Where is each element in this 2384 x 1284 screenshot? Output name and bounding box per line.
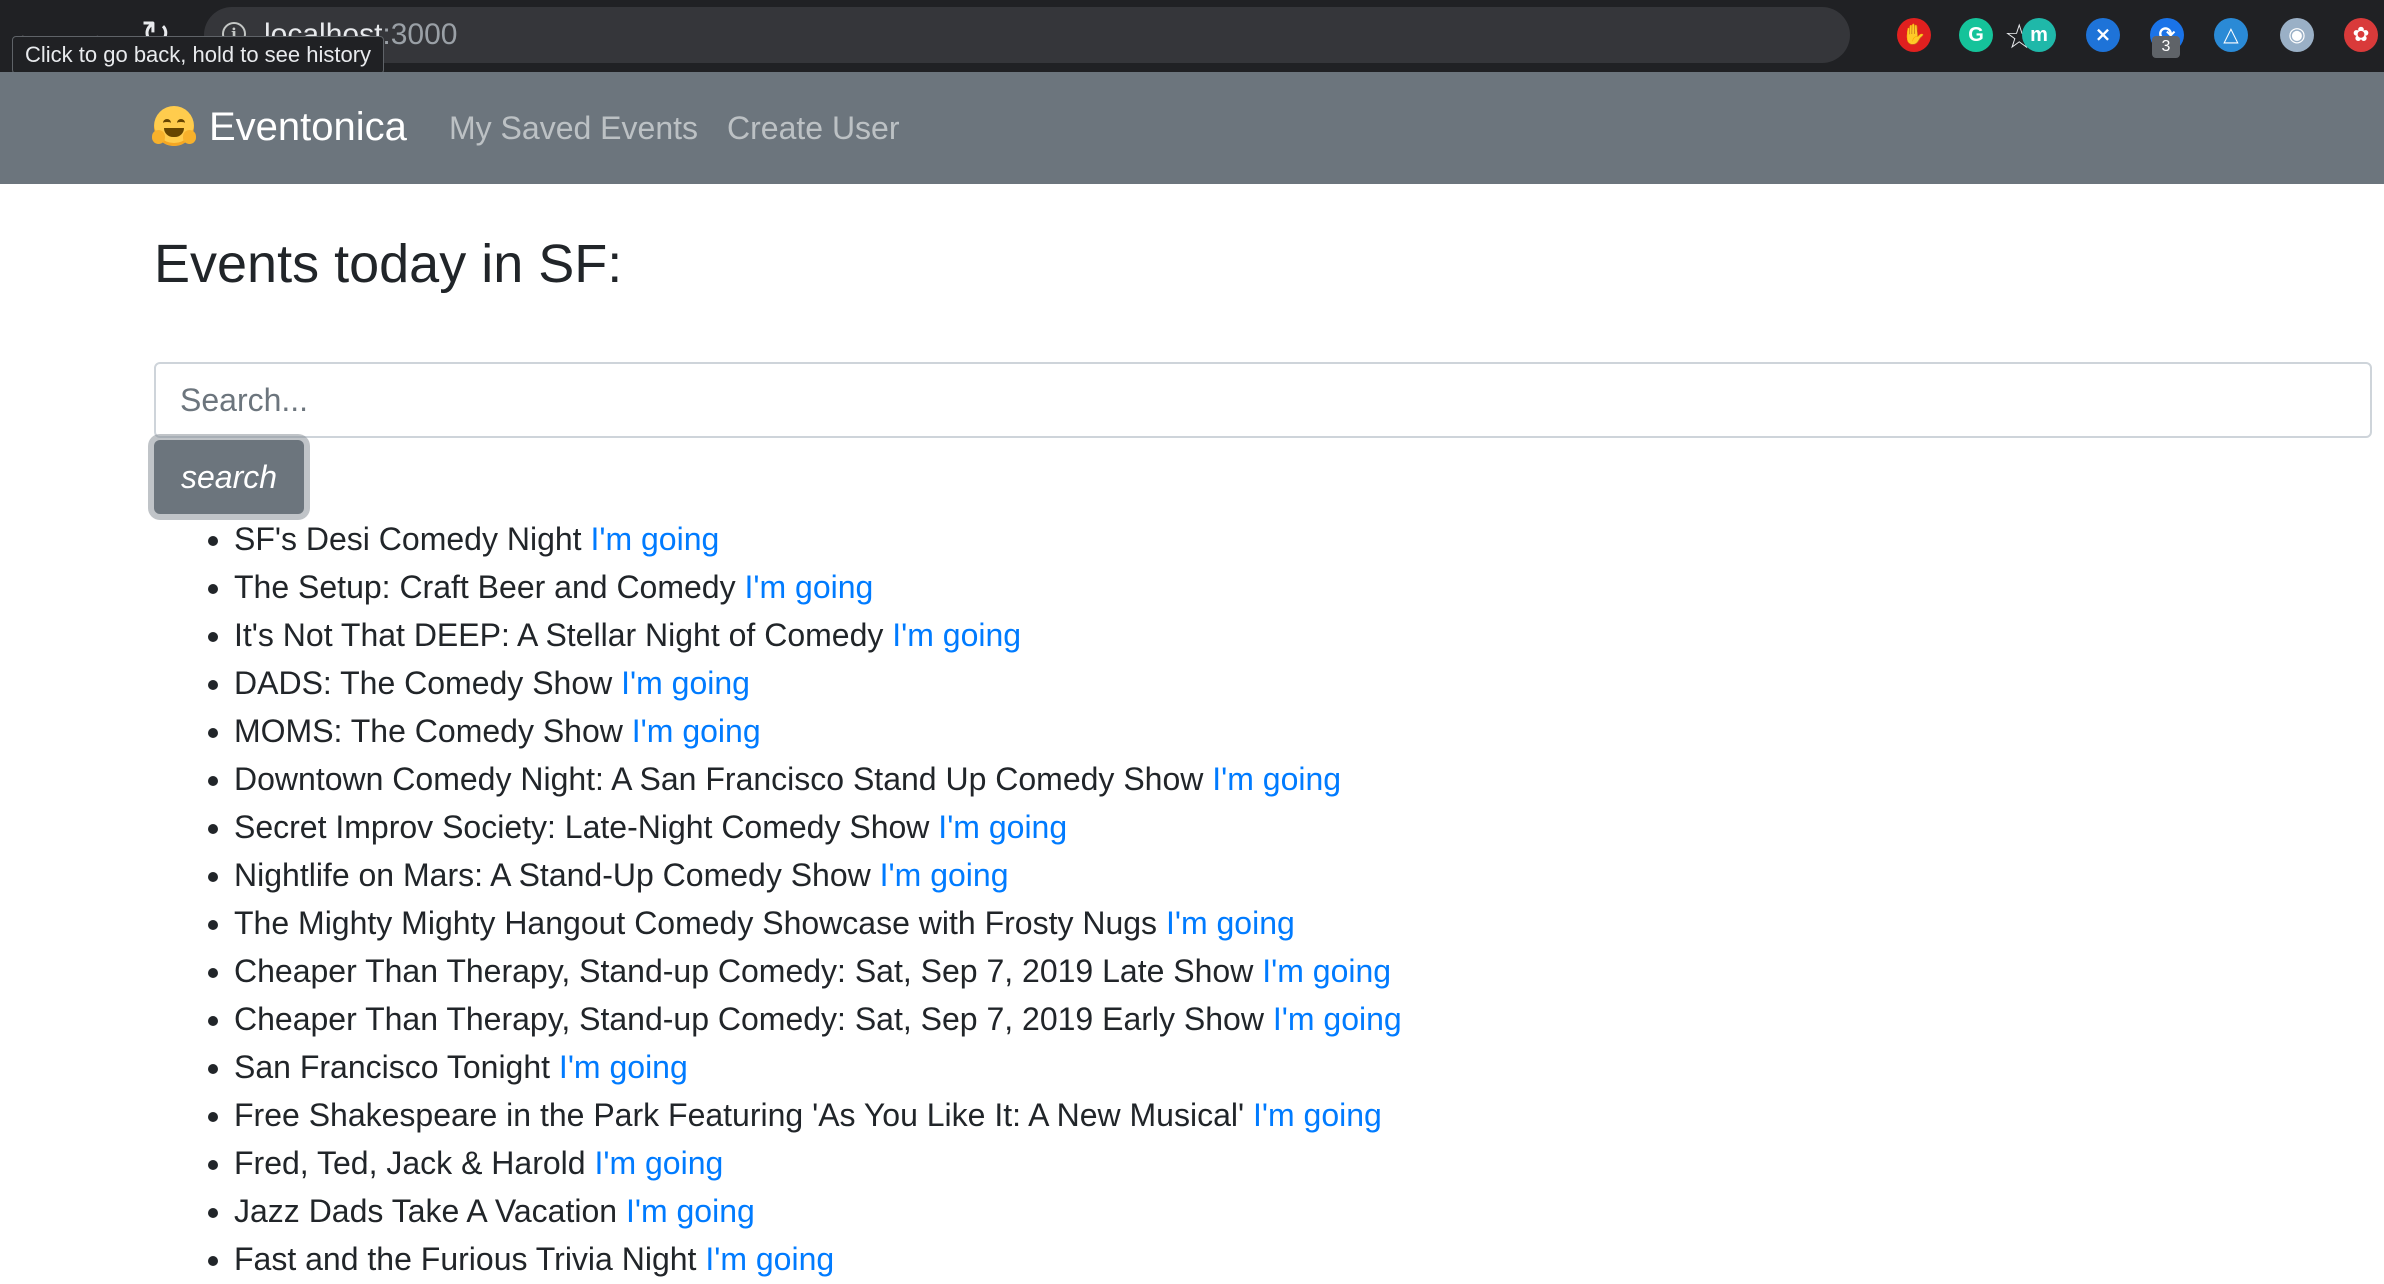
im-going-link[interactable]: I'm going: [1166, 905, 1295, 941]
event-item: Jazz Dads Take A Vacation I'm going: [234, 1187, 1402, 1235]
im-going-link[interactable]: I'm going: [632, 713, 761, 749]
event-name: Downtown Comedy Night: A San Francisco S…: [234, 761, 1204, 797]
event-name: DADS: The Comedy Show: [234, 665, 613, 701]
event-name: Fast and the Furious Trivia Night: [234, 1241, 697, 1277]
im-going-link[interactable]: I'm going: [880, 857, 1009, 893]
im-going-link[interactable]: I'm going: [938, 809, 1067, 845]
im-going-link[interactable]: I'm going: [621, 665, 750, 701]
adblock-extension-icon[interactable]: ✋: [1897, 18, 1931, 52]
url-port: :3000: [382, 18, 458, 51]
event-name: Free Shakespeare in the Park Featuring '…: [234, 1097, 1245, 1133]
circle-extension-icon[interactable]: ◉: [2280, 18, 2314, 52]
im-going-link[interactable]: I'm going: [1253, 1097, 1382, 1133]
event-item: Nightlife on Mars: A Stand-Up Comedy Sho…: [234, 851, 1402, 899]
im-going-link[interactable]: I'm going: [1212, 761, 1341, 797]
im-going-link[interactable]: I'm going: [590, 521, 719, 557]
im-going-link[interactable]: I'm going: [594, 1145, 723, 1181]
im-going-link[interactable]: I'm going: [559, 1049, 688, 1085]
event-item: SF's Desi Comedy Night I'm going: [234, 515, 1402, 563]
puzzle-extension-icon[interactable]: ✿: [2344, 18, 2378, 52]
event-name: MOMS: The Comedy Show: [234, 713, 623, 749]
event-item: The Mighty Mighty Hangout Comedy Showcas…: [234, 899, 1402, 947]
event-item: The Setup: Craft Beer and Comedy I'm goi…: [234, 563, 1402, 611]
events-list: SF's Desi Comedy Night I'm goingThe Setu…: [154, 515, 1402, 1283]
im-going-link[interactable]: I'm going: [1262, 953, 1391, 989]
event-name: Nightlife on Mars: A Stand-Up Comedy Sho…: [234, 857, 871, 893]
nav-create-user[interactable]: Create User: [727, 108, 900, 148]
im-going-link[interactable]: I'm going: [892, 617, 1021, 653]
brand-link[interactable]: Eventonica: [209, 103, 407, 151]
event-item: Downtown Comedy Night: A San Francisco S…: [234, 755, 1402, 803]
nav-my-saved-events[interactable]: My Saved Events: [449, 108, 698, 148]
event-name: The Setup: Craft Beer and Comedy: [234, 569, 736, 605]
event-item: It's Not That DEEP: A Stellar Night of C…: [234, 611, 1402, 659]
event-name: SF's Desi Comedy Night: [234, 521, 582, 557]
search-input[interactable]: [154, 362, 2372, 438]
event-name: Cheaper Than Therapy, Stand-up Comedy: S…: [234, 1001, 1264, 1037]
im-going-link[interactable]: I'm going: [1273, 1001, 1402, 1037]
hugging-face-emoji-icon: [152, 106, 196, 146]
event-item: MOMS: The Comedy Show I'm going: [234, 707, 1402, 755]
search-button[interactable]: search: [154, 440, 304, 514]
event-name: Cheaper Than Therapy, Stand-up Comedy: S…: [234, 953, 1254, 989]
address-bar[interactable]: i localhost:3000 ☆: [204, 7, 2034, 63]
event-name: San Francisco Tonight: [234, 1049, 551, 1085]
event-name: It's Not That DEEP: A Stellar Night of C…: [234, 617, 884, 653]
im-going-link[interactable]: I'm going: [744, 569, 873, 605]
event-name: Fred, Ted, Jack & Harold: [234, 1145, 586, 1181]
event-name: Jazz Dads Take A Vacation: [234, 1193, 618, 1229]
im-going-link[interactable]: I'm going: [626, 1193, 755, 1229]
back-button-tooltip: Click to go back, hold to see history: [12, 36, 385, 74]
event-item: Fred, Ted, Jack & Harold I'm going: [234, 1139, 1402, 1187]
event-item: Cheaper Than Therapy, Stand-up Comedy: S…: [234, 995, 1402, 1043]
event-name: The Mighty Mighty Hangout Comedy Showcas…: [234, 905, 1158, 941]
mercury-extension-icon[interactable]: m: [2022, 18, 2056, 52]
extension-badge: 3: [2152, 36, 2180, 58]
app-navbar: Eventonica My Saved Events Create User: [0, 72, 2384, 184]
event-item: DADS: The Comedy Show I'm going: [234, 659, 1402, 707]
event-item: San Francisco Tonight I'm going: [234, 1043, 1402, 1091]
event-item: Secret Improv Society: Late-Night Comedy…: [234, 803, 1402, 851]
triangle-extension-icon[interactable]: △: [2214, 18, 2248, 52]
event-item: Free Shakespeare in the Park Featuring '…: [234, 1091, 1402, 1139]
event-item: Cheaper Than Therapy, Stand-up Comedy: S…: [234, 947, 1402, 995]
grammarly-extension-icon[interactable]: G: [1959, 18, 1993, 52]
event-item: Fast and the Furious Trivia Night I'm go…: [234, 1235, 1402, 1283]
event-name: Secret Improv Society: Late-Night Comedy…: [234, 809, 930, 845]
vscode-extension-icon[interactable]: ⨯: [2086, 18, 2120, 52]
im-going-link[interactable]: I'm going: [705, 1241, 834, 1277]
page-title: Events today in SF:: [154, 234, 623, 294]
